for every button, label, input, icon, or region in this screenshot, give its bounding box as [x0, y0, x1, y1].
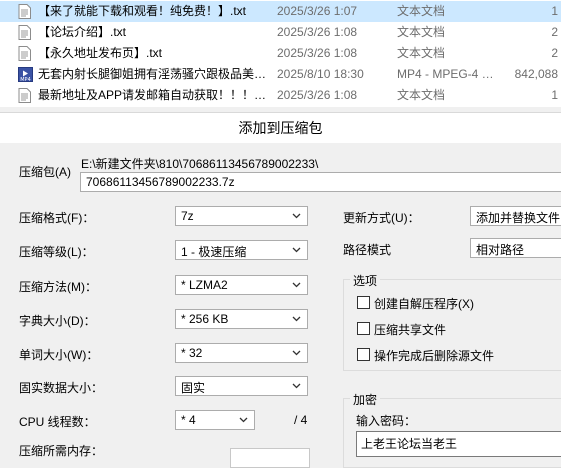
password-input[interactable]: 上老王论坛当老王: [356, 431, 561, 457]
dictionary-size-select[interactable]: * 256 KB: [175, 309, 308, 329]
file-date: 2025/8/10 18:30: [277, 67, 364, 81]
mp4-video-icon: MP4: [18, 67, 33, 83]
archive-label: 压缩包(A): [19, 165, 71, 179]
file-row[interactable]: 【永久地址发布页】.txt 2025/3/26 1:08 文本文档 2: [0, 43, 561, 64]
solid-block-size-value: 固实: [181, 381, 206, 395]
file-row[interactable]: 最新地址及APP请发邮箱自动获取！！！… 2025/3/26 1:08 文本文档…: [0, 85, 561, 106]
file-type: 文本文档: [397, 46, 446, 60]
create-sfx-checkbox[interactable]: [357, 296, 370, 309]
dialog-title: 添加到压缩包: [0, 113, 561, 143]
add-to-archive-dialog: 添加到压缩包 压缩包(A) E:\新建文件夹\810\7068611345678…: [0, 112, 561, 468]
password-label: 输入密码：: [356, 414, 417, 428]
create-sfx-label: 创建自解压程序(X): [374, 297, 474, 311]
svg-text:MP4: MP4: [20, 77, 31, 82]
format-value: 7z: [181, 209, 194, 223]
file-size: 2: [551, 25, 558, 39]
file-date: 2025/3/26 1:08: [277, 25, 358, 39]
delete-after-compress-label: 操作完成后删除源文件: [374, 349, 495, 363]
file-row[interactable]: MP4 无套内射长腿御姐拥有淫荡骚穴跟极品美… 2025/8/10 18:30 …: [0, 64, 561, 85]
compress-shared-files-checkbox[interactable]: [357, 322, 370, 335]
cpu-threads-select[interactable]: * 4: [175, 410, 255, 430]
archive-path: E:\新建文件夹\810\70686113456789002233\: [81, 157, 319, 171]
method-select[interactable]: * LZMA2: [175, 275, 308, 295]
dictionary-size-value: * 256 KB: [181, 312, 229, 326]
update-mode-select[interactable]: 添加并替换文件: [470, 206, 561, 226]
solid-block-size-select[interactable]: 固实: [175, 376, 308, 396]
chevron-down-icon: [292, 282, 301, 288]
file-name: 无套内射长腿御姐拥有淫荡骚穴跟极品美…: [38, 67, 267, 81]
format-label: 压缩格式(F)：: [19, 211, 95, 225]
file-size: 1: [551, 88, 558, 102]
file-type: 文本文档: [397, 25, 446, 39]
chevron-down-icon: [292, 350, 301, 356]
format-select[interactable]: 7z: [175, 206, 308, 226]
level-select[interactable]: 1 - 极速压缩: [175, 240, 308, 260]
cpu-threads-label: CPU 线程数：: [19, 415, 96, 429]
solid-block-size-label: 固实数据大小：: [19, 381, 104, 395]
file-date: 2025/3/26 1:07: [277, 4, 358, 18]
path-mode-value: 相对路径: [476, 243, 525, 257]
chevron-down-icon: [292, 383, 301, 389]
archive-name-combo[interactable]: 70686113456789002233.7z: [80, 172, 561, 192]
cpu-threads-value: * 4: [181, 413, 196, 427]
update-mode-label: 更新方式(U)：: [343, 211, 420, 225]
file-row[interactable]: 【来了就能下载和观看！纯免费！】.txt 2025/3/26 1:07 文本文档…: [0, 1, 561, 22]
update-mode-value: 添加并替换文件: [476, 211, 561, 225]
file-size: 842,088: [514, 67, 558, 81]
level-label: 压缩等级(L)：: [19, 245, 94, 259]
dictionary-size-label: 字典大小(D)：: [19, 314, 96, 328]
word-size-label: 单词大小(W)：: [19, 348, 99, 362]
chevron-down-icon: [292, 316, 301, 322]
memory-usage-label: 压缩所需内存：: [19, 444, 104, 458]
chevron-down-icon: [292, 213, 301, 219]
file-type: 文本文档: [397, 88, 446, 102]
file-name: 【来了就能下载和观看！纯免费！】.txt: [38, 4, 247, 18]
method-label: 压缩方法(M)：: [19, 280, 97, 294]
chevron-down-icon: [239, 417, 248, 423]
file-name: 最新地址及APP请发邮箱自动获取！！！…: [38, 88, 267, 102]
cpu-threads-total: / 4: [294, 413, 308, 427]
word-size-select[interactable]: * 32: [175, 343, 308, 363]
file-date: 2025/3/26 1:08: [277, 88, 358, 102]
file-name: 【论坛介绍】.txt: [38, 25, 127, 39]
file-size: 2: [551, 46, 558, 60]
password-value: 上老王论坛当老王: [361, 437, 458, 451]
archive-name-value: 70686113456789002233.7z: [86, 175, 235, 189]
compress-shared-files-label: 压缩共享文件: [374, 323, 447, 337]
memory-usage-field: [230, 448, 310, 468]
chevron-down-icon: [292, 247, 301, 253]
method-value: * LZMA2: [181, 278, 228, 292]
text-file-icon: [18, 88, 31, 103]
text-file-icon: [18, 25, 31, 40]
level-value: 1 - 极速压缩: [181, 245, 247, 259]
file-row[interactable]: 【论坛介绍】.txt 2025/3/26 1:08 文本文档 2: [0, 22, 561, 43]
path-mode-label: 路径模式: [343, 243, 392, 257]
file-type: 文本文档: [397, 4, 446, 18]
text-file-icon: [18, 46, 31, 61]
file-name: 【永久地址发布页】.txt: [38, 46, 163, 60]
word-size-value: * 32: [181, 346, 203, 360]
file-date: 2025/3/26 1:08: [277, 46, 358, 60]
encryption-group-title: 加密: [350, 391, 381, 408]
options-group-title: 选项: [350, 272, 381, 289]
path-mode-select[interactable]: 相对路径: [470, 238, 561, 258]
text-file-icon: [18, 4, 31, 19]
file-list: 【来了就能下载和观看！纯免费！】.txt 2025/3/26 1:07 文本文档…: [0, 0, 561, 107]
delete-after-compress-checkbox[interactable]: [357, 348, 370, 361]
file-size: 1: [551, 4, 558, 18]
